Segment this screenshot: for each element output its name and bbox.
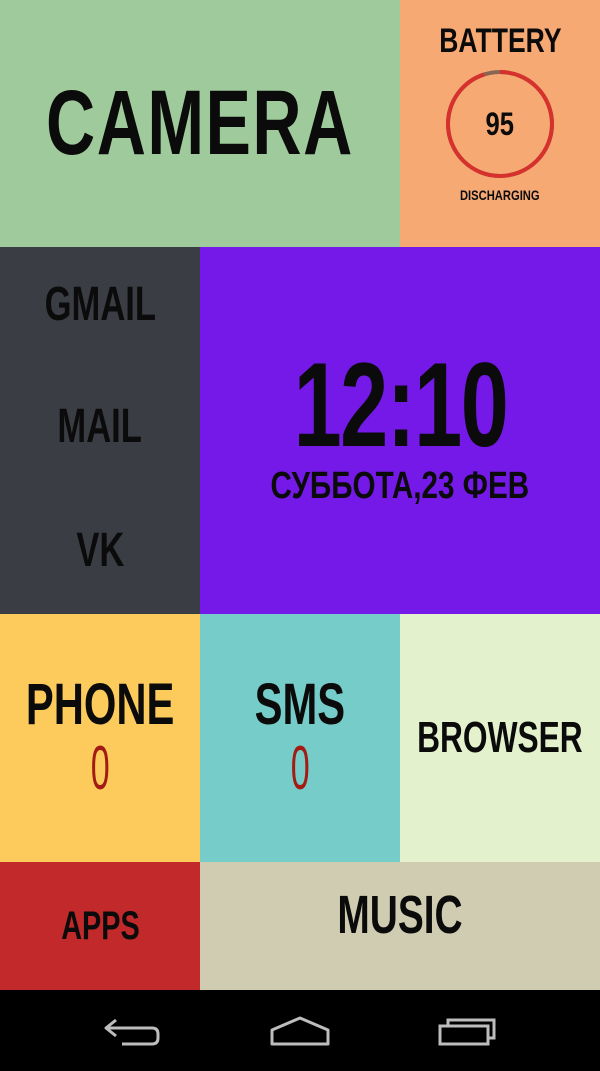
navigation-bar	[0, 990, 600, 1071]
sms-label: SMS	[254, 672, 346, 737]
gmail-label: GMAIL	[44, 278, 156, 331]
battery-widget[interactable]: BATTERY 95 DISCHARGING	[400, 0, 600, 247]
browser-label: BROWSER	[417, 713, 583, 762]
back-icon	[104, 1018, 160, 1046]
home-icon	[270, 1016, 330, 1046]
phone-label: PHONE	[25, 672, 175, 737]
music-label: MUSIC	[337, 885, 463, 945]
clock-widget[interactable]: 12:10 СУББОТА,23 ФЕВ	[200, 247, 600, 614]
unread-sms-count: 0	[290, 734, 310, 803]
battery-gauge: 95	[444, 68, 556, 180]
mail-label: MAIL	[57, 400, 143, 453]
mail-link[interactable]: MAIL	[0, 399, 200, 454]
back-button[interactable]	[92, 1008, 172, 1054]
vk-label: VK	[75, 524, 125, 577]
clock-date: СУББОТА,23 ФЕВ	[270, 465, 530, 507]
battery-title: BATTERY	[438, 22, 562, 60]
apps-tile[interactable]: APPS	[0, 862, 200, 990]
gmail-link[interactable]: GMAIL	[0, 277, 200, 332]
apps-label: APPS	[60, 903, 140, 948]
battery-level: 95	[485, 105, 515, 142]
clock-time: 12:10	[293, 338, 508, 472]
vk-link[interactable]: VK	[0, 523, 200, 578]
recent-apps-button[interactable]	[428, 1008, 508, 1054]
phone-tile[interactable]: PHONE 0	[0, 614, 200, 862]
music-tile[interactable]: MUSIC	[200, 862, 600, 990]
camera-tile[interactable]: CAMERA	[0, 0, 400, 247]
recent-apps-icon	[438, 1018, 496, 1046]
home-button[interactable]	[260, 1008, 340, 1054]
camera-label: CAMERA	[46, 72, 354, 174]
battery-status: DISCHARGING	[460, 187, 540, 203]
links-panel: GMAIL MAIL VK	[0, 247, 200, 614]
missed-calls-count: 0	[90, 734, 110, 803]
browser-tile[interactable]: BROWSER	[400, 614, 600, 862]
sms-tile[interactable]: SMS 0	[200, 614, 400, 862]
